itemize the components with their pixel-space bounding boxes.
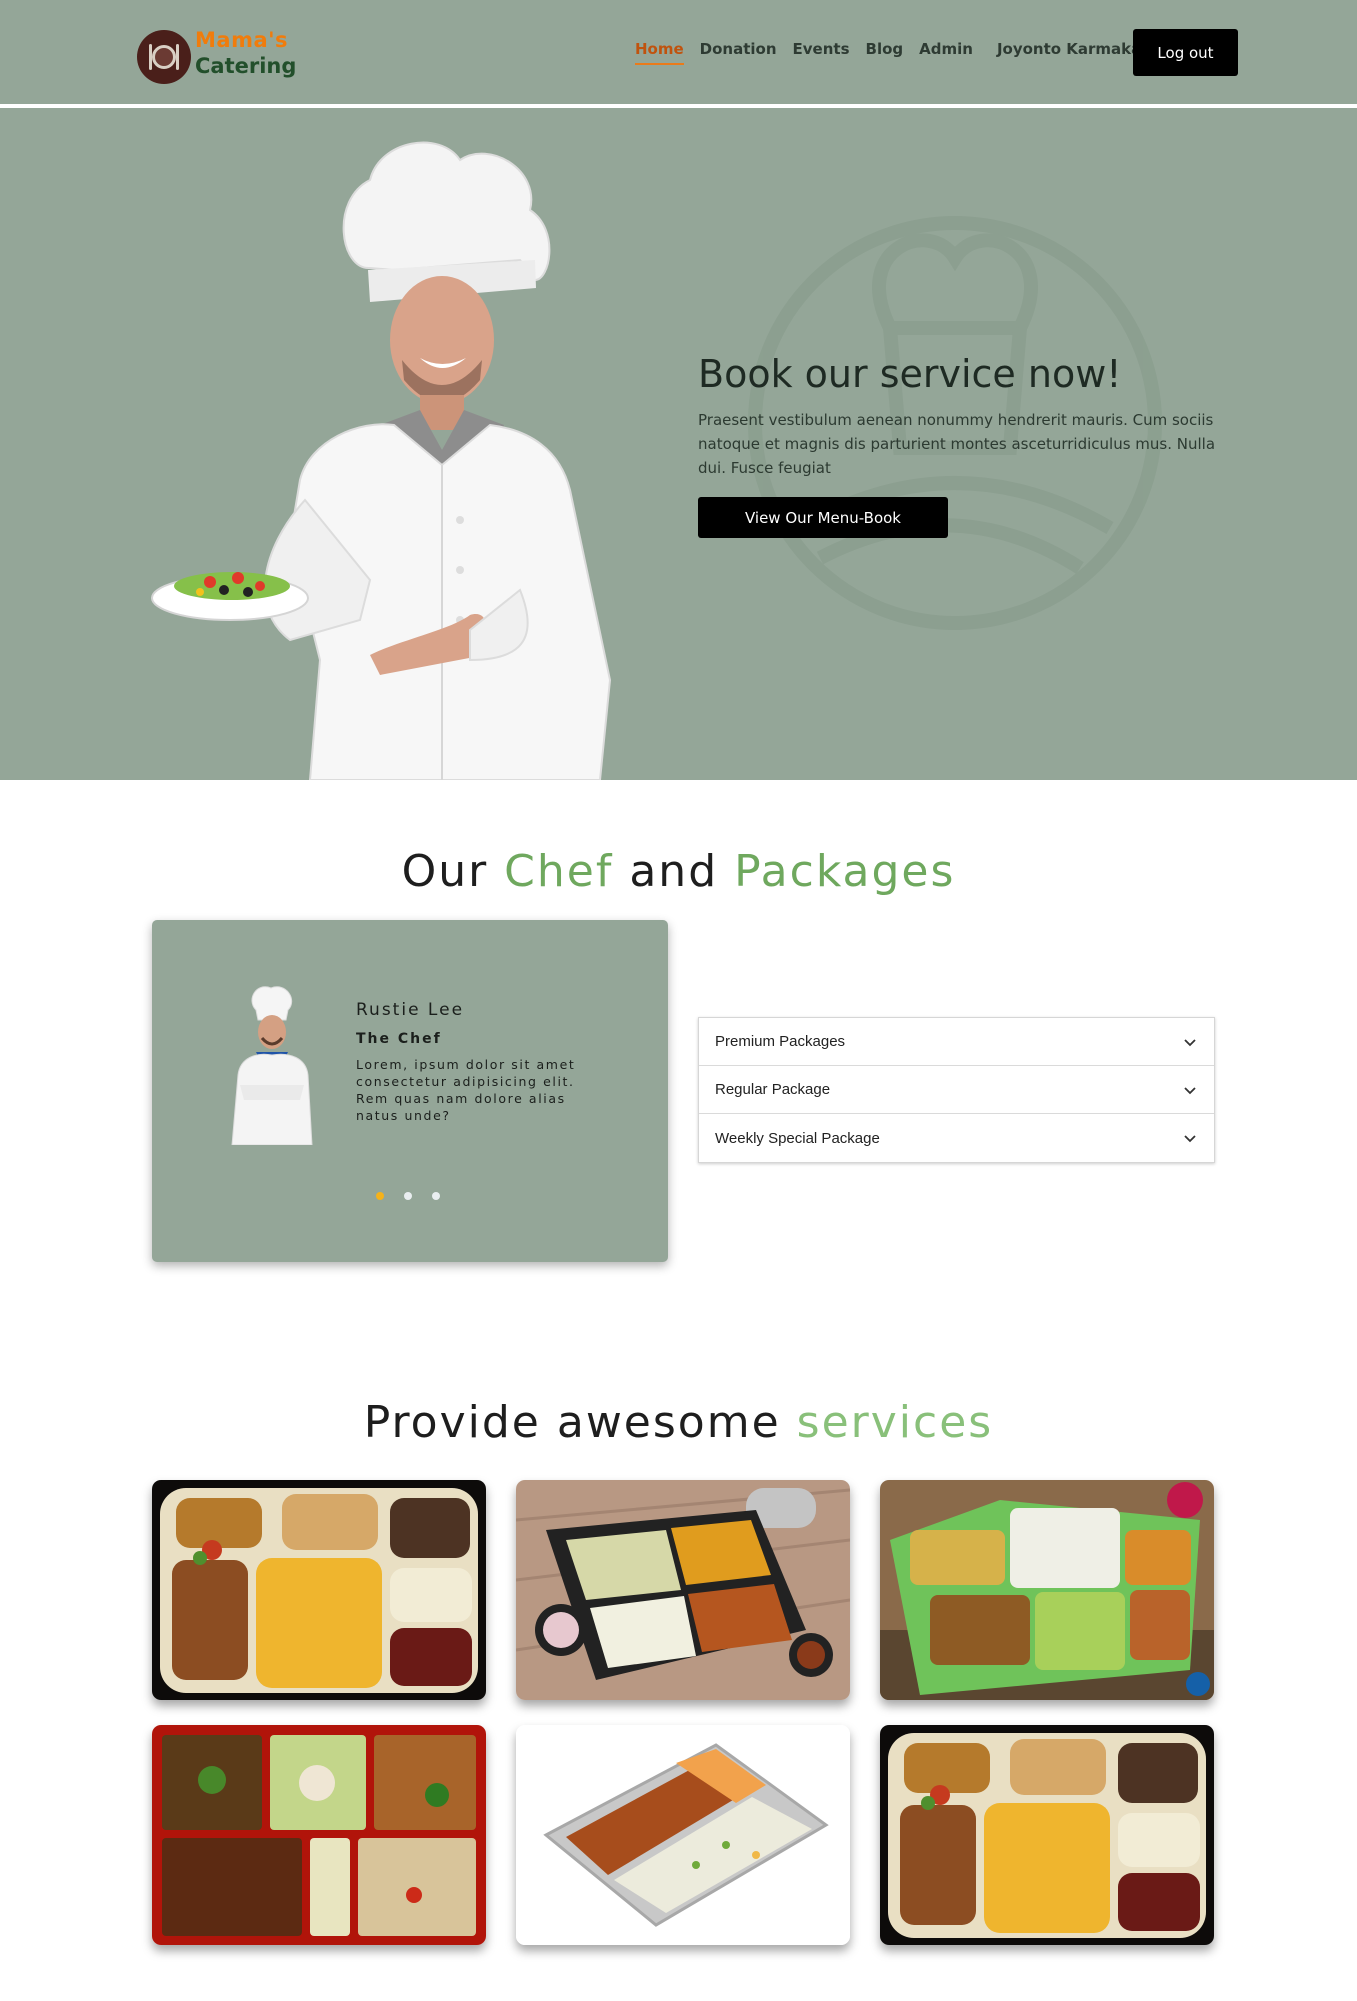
title-word: and [629,846,719,897]
hero-section: Book our service now! Praesent vestibulu… [0,108,1357,780]
nav-home[interactable]: Home [635,40,684,65]
chef-carousel-card: Rustie Lee The Chef Lorem, ipsum dolor s… [152,920,668,1262]
service-card-biryani-thali[interactable] [152,1480,486,1700]
nav-blog[interactable]: Blog [866,40,904,65]
chef-image [151,141,612,780]
service-card-foil-tray[interactable] [516,1725,850,1945]
main-nav: Home Donation Events Blog Admin Joyonto … [635,40,1165,65]
brand-name-line2: Catering [195,54,297,78]
accordion-regular-package[interactable]: Regular Package [699,1066,1214,1114]
thali-tray-image [152,1480,486,1700]
hero-description: Praesent vestibulum aenean nonummy hendr… [698,411,1216,477]
green-lunch-box-image [880,1480,1214,1700]
title-word-accent: services [796,1397,994,1448]
carousel-dot[interactable] [376,1192,384,1200]
carousel-dots [376,1192,440,1200]
nav-user-name[interactable]: Joyonto Karmakar [997,40,1149,65]
chevron-down-icon [1184,1086,1196,1094]
plate-icon [137,30,191,84]
red-bento-image [152,1725,486,1945]
chef-role: The Chef [356,1031,442,1047]
hero-title: Book our service now! [698,352,1122,396]
accordion-label: Weekly Special Package [715,1129,880,1147]
chef-packages-title: Our Chef and Packages [0,846,1357,897]
brand-logo[interactable]: Mama's Catering [137,28,297,88]
service-card-biryani-thali[interactable] [880,1725,1214,1945]
nav-admin[interactable]: Admin [919,40,973,65]
accordion-weekly-special-package[interactable]: Weekly Special Package [699,1114,1214,1162]
rice-meal-box-image [516,1480,850,1700]
accordion-premium-packages[interactable]: Premium Packages [699,1018,1214,1066]
chef-description: Lorem, ipsum dolor sit amet consectetur … [356,1057,576,1123]
services-title: Provide awesome services [0,1397,1357,1448]
brand-name-line1: Mama's [195,28,289,52]
carousel-dot[interactable] [432,1192,440,1200]
service-card-red-bento[interactable] [152,1725,486,1945]
nav-events[interactable]: Events [793,40,850,65]
chef-portrait-image [231,986,313,1145]
logout-button[interactable]: Log out [1133,29,1238,76]
chevron-down-icon [1184,1038,1196,1046]
chevron-down-icon [1184,1135,1196,1143]
title-word: Our [401,846,489,897]
accordion-label: Premium Packages [715,1033,846,1050]
accordion-label: Regular Package [715,1081,831,1098]
service-card-green-lunch-box[interactable] [880,1480,1214,1700]
chef-name: Rustie Lee [356,1000,465,1020]
title-word-accent: Packages [734,846,956,897]
packages-accordion: Premium Packages Regular Package Weekly … [698,1017,1215,1163]
service-card-veg-rice-box[interactable] [516,1480,850,1700]
title-word-accent: Chef [504,846,614,897]
title-word: Provide awesome [363,1397,781,1448]
navbar: Mama's Catering Home Donation Events Blo… [0,0,1357,106]
view-menu-book-button[interactable]: View Our Menu-Book [698,497,948,538]
thali-tray-image [880,1725,1214,1945]
foil-tray-image [516,1725,850,1945]
nav-donation[interactable]: Donation [700,40,777,65]
carousel-dot[interactable] [404,1192,412,1200]
